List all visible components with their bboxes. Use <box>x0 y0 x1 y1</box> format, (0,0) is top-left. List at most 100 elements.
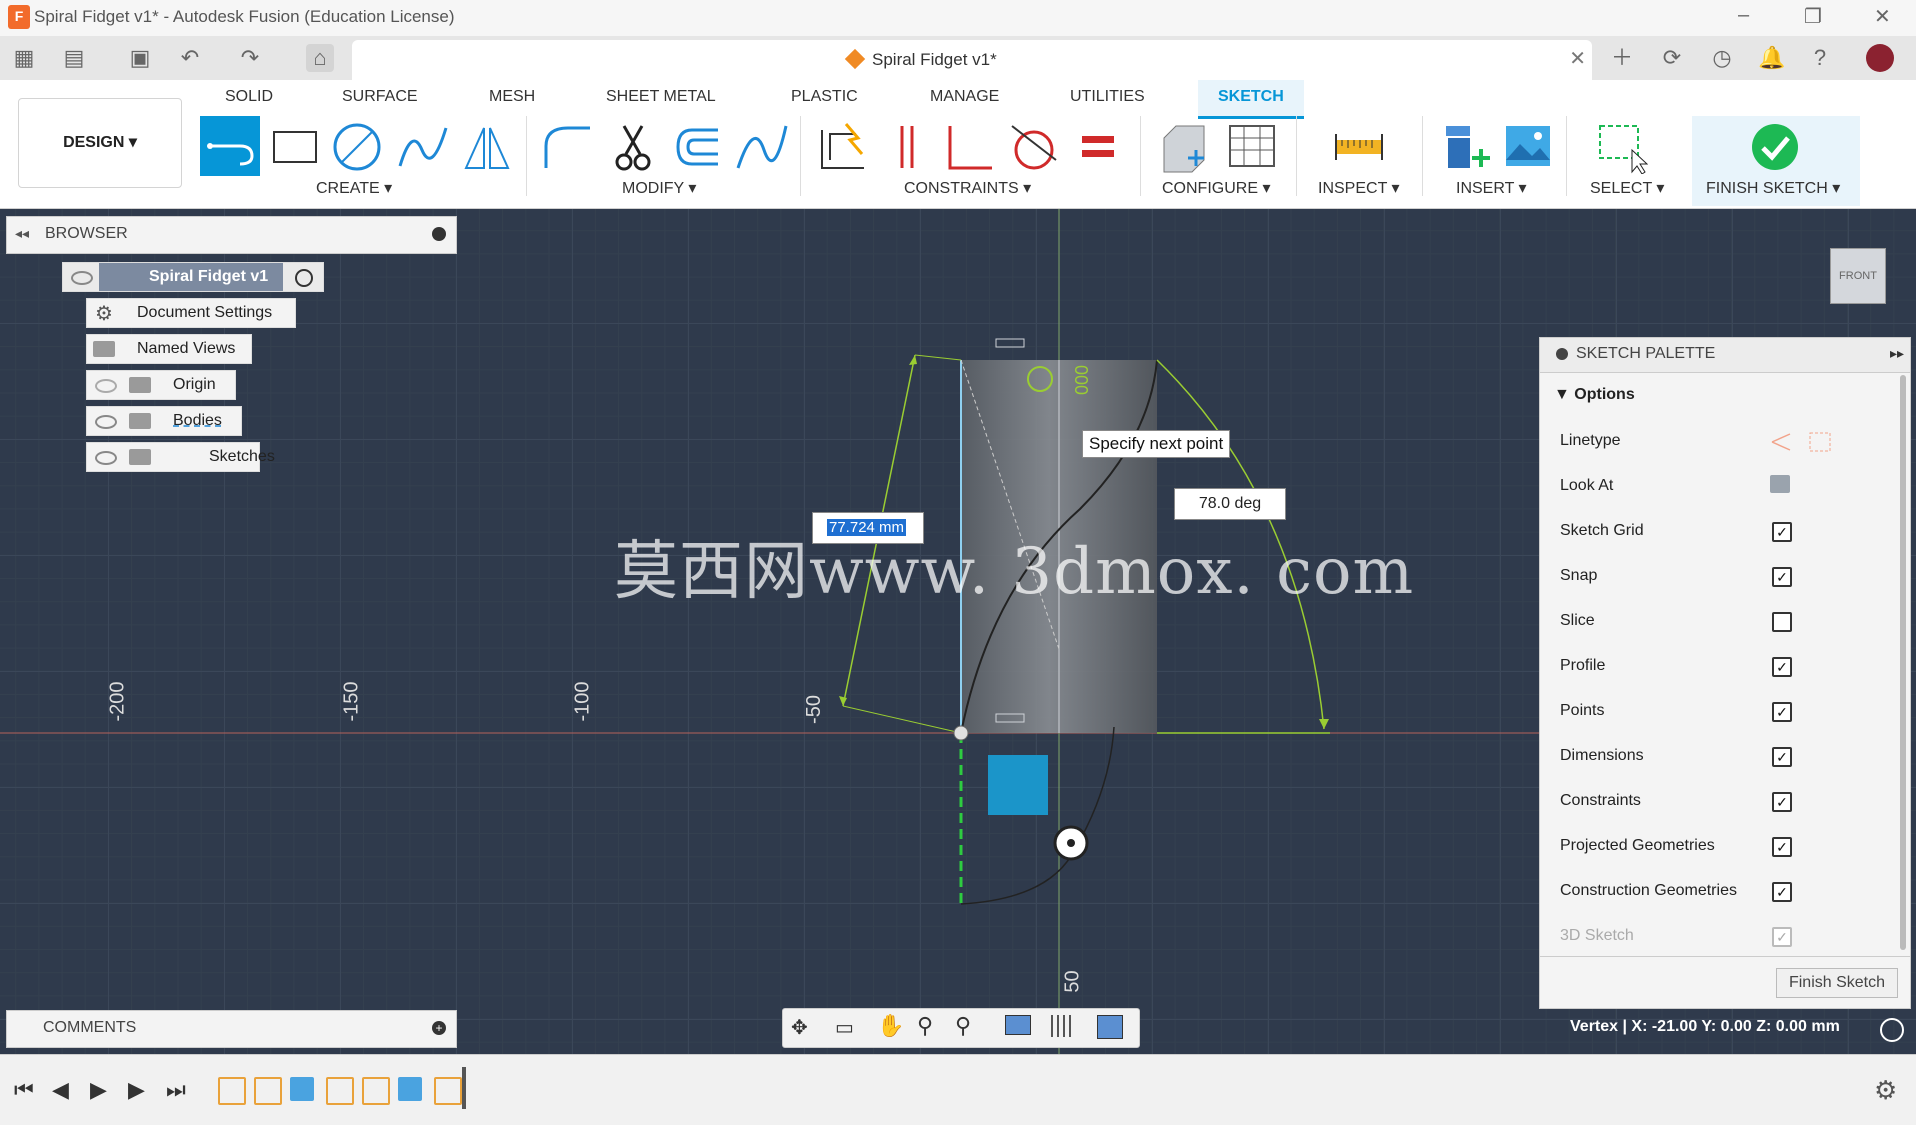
avatar[interactable] <box>1866 44 1894 72</box>
finish-sketch-button[interactable]: Finish Sketch <box>1776 968 1898 998</box>
perpendicular-constraint-icon[interactable] <box>942 120 996 174</box>
timeline-extrude-feature[interactable] <box>398 1077 422 1101</box>
line-tool-icon[interactable] <box>200 116 260 176</box>
options-section-header[interactable]: ▼ Options <box>1554 386 1635 404</box>
tab-surface[interactable]: SURFACE <box>342 88 418 106</box>
file-menu-icon[interactable]: ▤ <box>60 44 88 72</box>
selection-tool-icon[interactable] <box>1594 120 1648 174</box>
timeline-sketch-feature[interactable] <box>434 1077 462 1105</box>
browser-root-item[interactable]: Spiral Fidget v1 <box>62 262 324 292</box>
tab-mesh[interactable]: MESH <box>489 88 535 106</box>
snap-checkbox[interactable]: ✓ <box>1772 567 1792 587</box>
workspace-switcher-button[interactable]: DESIGN ▾ <box>18 98 182 188</box>
step-forward-icon[interactable]: ▶ <box>128 1077 145 1103</box>
constraints-checkbox[interactable]: ✓ <box>1772 792 1792 812</box>
hidden-eye-icon[interactable] <box>95 379 117 393</box>
timeline-marker[interactable] <box>462 1067 466 1109</box>
job-status-icon[interactable]: ◷ <box>1708 44 1736 72</box>
slice-checkbox[interactable] <box>1772 612 1792 632</box>
insert-derive-icon[interactable] <box>1440 120 1494 174</box>
document-tab[interactable]: Spiral Fidget v1* ✕ <box>352 40 1592 80</box>
coincident-constraint-icon[interactable] <box>882 120 936 174</box>
timeline-extrude-feature[interactable] <box>290 1077 314 1101</box>
tab-plastic[interactable]: PLASTIC <box>791 88 858 106</box>
create-menu[interactable]: CREATE ▾ <box>316 178 392 198</box>
zoom-window-icon[interactable]: ⚲ <box>955 1013 971 1039</box>
curve-tool-icon[interactable] <box>734 120 788 174</box>
insert-canvas-icon[interactable] <box>1502 120 1556 174</box>
go-to-start-icon[interactable]: ⏮ <box>14 1077 34 1103</box>
tab-solid[interactable]: SOLID <box>225 88 273 106</box>
go-to-end-icon[interactable]: ⏭ <box>166 1077 186 1103</box>
tab-sheet-metal[interactable]: SHEET METAL <box>606 88 716 106</box>
timeline-sketch-feature[interactable] <box>254 1077 282 1105</box>
display-settings-icon[interactable] <box>1005 1015 1031 1035</box>
linetype-icons[interactable] <box>1768 430 1838 454</box>
measure-icon[interactable] <box>1332 120 1386 174</box>
rectangle-tool-icon[interactable] <box>268 120 322 174</box>
construction-geometries-checkbox[interactable]: ✓ <box>1772 882 1792 902</box>
notifications-icon[interactable]: 🔔 <box>1758 44 1786 72</box>
view-cube[interactable]: FRONT <box>1830 248 1886 304</box>
offset-tool-icon[interactable] <box>670 120 724 174</box>
configuration-table-icon[interactable] <box>1224 120 1278 174</box>
profile-checkbox[interactable]: ✓ <box>1772 657 1792 677</box>
parameters-icon[interactable] <box>1158 120 1212 174</box>
equal-constraint-icon[interactable] <box>1074 120 1128 174</box>
dimension-tool-icon[interactable] <box>816 120 870 174</box>
palette-collapse-icon[interactable]: ▸▸ <box>1890 345 1904 362</box>
browser-panel-header[interactable]: ◂◂ BROWSER <box>6 216 457 254</box>
finish-sketch-area[interactable]: FINISH SKETCH ▾ <box>1692 116 1860 206</box>
look-at-nav-icon[interactable]: ▭ <box>835 1015 854 1040</box>
add-comment-icon[interactable]: + <box>432 1021 446 1035</box>
mirror-tool-icon[interactable] <box>460 120 514 174</box>
help-icon[interactable]: ? <box>1806 44 1834 72</box>
grid-snaps-icon[interactable] <box>1051 1015 1075 1037</box>
browser-item-named-views[interactable]: Named Views <box>86 334 252 364</box>
modify-menu[interactable]: MODIFY ▾ <box>622 178 696 198</box>
select-menu[interactable]: SELECT ▾ <box>1590 178 1664 198</box>
viewports-icon[interactable] <box>1097 1015 1123 1039</box>
collapse-browser-icon[interactable]: ◂◂ <box>15 225 29 242</box>
save-icon[interactable]: ▣ <box>126 44 154 72</box>
visibility-eye-icon[interactable] <box>71 271 93 285</box>
close-tab-icon[interactable]: ✕ <box>1569 46 1586 71</box>
timeline-sketch-feature[interactable] <box>326 1077 354 1105</box>
projected-geometries-checkbox[interactable]: ✓ <box>1772 837 1792 857</box>
browser-item-sketches[interactable]: Sketches <box>86 442 275 472</box>
inspect-menu[interactable]: INSPECT ▾ <box>1318 178 1400 198</box>
zoom-icon[interactable]: ⚲ <box>917 1013 933 1039</box>
fillet-tool-icon[interactable] <box>540 120 594 174</box>
finish-check-icon[interactable] <box>1750 122 1800 172</box>
new-tab-icon[interactable]: ＋ <box>1608 44 1636 72</box>
browser-item-origin[interactable]: Origin <box>86 370 236 400</box>
orbit-icon[interactable]: ✥ <box>791 1015 808 1040</box>
visibility-eye-icon[interactable] <box>95 415 117 429</box>
step-back-icon[interactable]: ◀ <box>52 1077 69 1103</box>
angle-input[interactable]: 78.0 deg <box>1174 488 1286 520</box>
sketch-grid-checkbox[interactable]: ✓ <box>1772 522 1792 542</box>
points-checkbox[interactable]: ✓ <box>1772 702 1792 722</box>
minimize-button[interactable]: – <box>1738 4 1749 27</box>
undo-icon[interactable]: ↶ <box>176 44 204 72</box>
play-icon[interactable]: ▶ <box>90 1077 107 1103</box>
apps-grid-icon[interactable]: ▦ <box>10 44 38 72</box>
activate-radio-icon[interactable] <box>295 269 313 287</box>
constraints-menu[interactable]: CONSTRAINTS ▾ <box>904 178 1031 198</box>
pan-icon[interactable]: ✋ <box>877 1013 904 1039</box>
tab-manage[interactable]: MANAGE <box>930 88 999 106</box>
visibility-eye-icon[interactable] <box>95 451 117 465</box>
circle-tool-icon[interactable] <box>330 120 384 174</box>
timeline-settings-gear-icon[interactable]: ⚙ <box>1874 1075 1897 1106</box>
tab-sketch[interactable]: SKETCH <box>1218 88 1284 106</box>
palette-scrollbar[interactable] <box>1900 375 1906 950</box>
look-at-icon[interactable] <box>1770 475 1790 493</box>
browser-item-bodies[interactable]: Bodies <box>86 406 242 436</box>
dimensions-checkbox[interactable]: ✓ <box>1772 747 1792 767</box>
timeline-sketch-feature[interactable] <box>218 1077 246 1105</box>
tab-utilities[interactable]: UTILITIES <box>1070 88 1145 106</box>
trim-tool-icon[interactable] <box>606 120 660 174</box>
timeline-sketch-feature[interactable] <box>362 1077 390 1105</box>
browser-item-document-settings[interactable]: ⚙ Document Settings <box>86 298 296 328</box>
close-window-button[interactable]: ✕ <box>1874 4 1891 29</box>
